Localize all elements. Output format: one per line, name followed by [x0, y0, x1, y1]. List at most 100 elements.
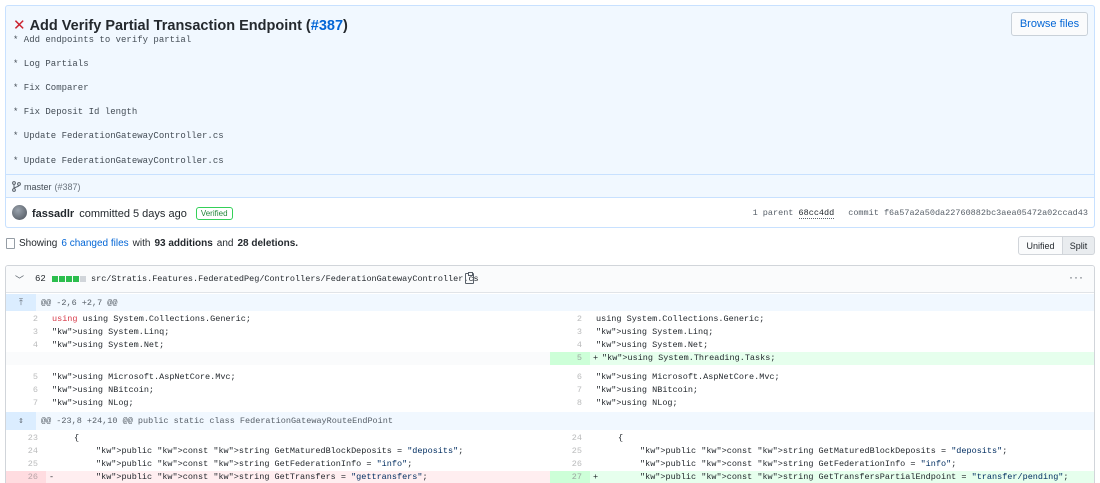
- line-number[interactable]: 24: [6, 446, 46, 456]
- branch-info: master (#387): [12, 181, 81, 192]
- line-number[interactable]: 5: [550, 352, 590, 365]
- branch-row: master (#387): [6, 174, 1094, 196]
- additions-count: 93 additions: [154, 238, 213, 249]
- diff-line: 6 "kw">using NBitcoin; 7 "kw">using NBit…: [6, 384, 1094, 397]
- diff-line: 3 "kw">using System.Linq; 3 "kw">using S…: [6, 326, 1094, 339]
- summary-and: and: [216, 238, 234, 249]
- diffstat: [52, 276, 86, 282]
- code-line: "kw">using System.Linq;: [596, 327, 714, 337]
- deleted-side: 26 - "kw">public "kw">const "kw">string …: [6, 471, 550, 483]
- code-line: "kw">using System.Net;: [52, 340, 165, 350]
- diff-line: 2 using using System.Collections.Generic…: [6, 313, 1094, 326]
- clipboard-icon[interactable]: [465, 272, 474, 284]
- line-number[interactable]: 8: [550, 398, 590, 408]
- browse-files-button[interactable]: Browse files: [1011, 12, 1088, 36]
- diffstat-block: [66, 276, 72, 282]
- hunk-header-text: @@ -2,6 +2,7 @@: [41, 298, 118, 308]
- expand-up-icon[interactable]: ⤒: [6, 294, 36, 311]
- line-number[interactable]: 27: [550, 471, 590, 483]
- line-number[interactable]: 6: [6, 385, 46, 395]
- diff-line-added: 5 + "kw">using System.Threading.Tasks;: [6, 352, 1094, 365]
- line-number[interactable]: 23: [6, 433, 46, 443]
- line-number[interactable]: 3: [6, 327, 46, 337]
- line-number[interactable]: 7: [6, 398, 46, 408]
- diff-line: 23 { 24 {: [6, 432, 1094, 445]
- commit-title-text: Add Verify Partial Transaction Endpoint …: [29, 18, 311, 34]
- line-number[interactable]: 25: [6, 459, 46, 469]
- code-line: {: [74, 433, 80, 443]
- file-header: ﹀ 62 src/Stratis.Features.FederatedPeg/C…: [6, 266, 1094, 293]
- line-number[interactable]: 2: [550, 314, 590, 324]
- hunk-header: ⇕ @@ -23,8 +24,10 @@ public static class…: [6, 412, 1094, 430]
- chevron-down-icon[interactable]: ﹀: [15, 273, 24, 286]
- diffstat-block: [52, 276, 58, 282]
- line-number[interactable]: 4: [6, 340, 46, 350]
- diff-summary: Showing 6 changed files with 93 addition…: [6, 238, 298, 249]
- commit-title-suffix: ): [343, 18, 348, 34]
- parent-label: 1 parent: [752, 208, 794, 218]
- author-line: fassadlr committed 5 days ago Verified: [32, 207, 233, 220]
- code-line: "kw">using System.Threading.Tasks;: [602, 353, 776, 363]
- branch-pr[interactable]: (#387): [55, 182, 81, 192]
- diff-line: 5 "kw">using Microsoft.AspNetCore.Mvc; 6…: [6, 371, 1094, 384]
- diff-line: 4 "kw">using System.Net; 4 "kw">using Sy…: [6, 339, 1094, 352]
- code-line: "kw">using NLog;: [596, 398, 678, 408]
- code-line: "kw">using NBitcoin;: [596, 385, 699, 395]
- line-number[interactable]: 2: [6, 314, 46, 324]
- commit-message-line: * Fix Deposit Id length: [13, 107, 138, 117]
- verified-badge[interactable]: Verified: [195, 207, 233, 220]
- file-change-count: 62: [35, 274, 46, 284]
- diff-line: 25 "kw">public "kw">const "kw">string Ge…: [6, 458, 1094, 471]
- code-line: "kw">public "kw">const "kw">string GetFe…: [96, 459, 413, 469]
- commit-title: ✕ Add Verify Partial Transaction Endpoint…: [13, 16, 348, 34]
- diff-line: 24 "kw">public "kw">const "kw">string Ge…: [6, 445, 1094, 458]
- diffstat-block: [73, 276, 79, 282]
- line-number[interactable]: 5: [6, 372, 46, 382]
- diff-line: 7 "kw">using NLog; 8 "kw">using NLog;: [6, 397, 1094, 410]
- commit-message-line: * Update FederationGatewayController.cs: [13, 131, 224, 141]
- more-options-icon[interactable]: ···: [1069, 270, 1084, 284]
- changed-files-link[interactable]: 6 changed files: [61, 238, 128, 249]
- commit-message-line: * Add endpoints to verify partial: [13, 35, 192, 45]
- code-line: "kw">using Microsoft.AspNetCore.Mvc;: [596, 372, 780, 382]
- line-number[interactable]: 24: [550, 433, 590, 443]
- commit-label: commit: [848, 208, 879, 218]
- deletions-count: 28 deletions.: [237, 238, 299, 249]
- file-path[interactable]: src/Stratis.Features.FederatedPeg/Contro…: [91, 274, 479, 284]
- code-line: "kw">using NLog;: [52, 398, 134, 408]
- code-line: "kw">using System.Net;: [596, 340, 709, 350]
- branch-name[interactable]: master: [24, 182, 52, 192]
- diffstat-block: [80, 276, 86, 282]
- committed-time: committed 5 days ago: [79, 207, 187, 220]
- diff-sign: -: [49, 472, 55, 482]
- line-number[interactable]: 26: [6, 471, 46, 483]
- commit-meta-row: fassadlr committed 5 days ago Verified 1…: [6, 197, 1094, 227]
- pr-link[interactable]: #387: [311, 18, 343, 34]
- diff-sign: +: [593, 472, 599, 482]
- commit-message-line: * Update FederationGatewayController.cs: [13, 156, 224, 166]
- code-line: using System.Collections.Generic;: [596, 314, 765, 324]
- added-side: 27 + "kw">public "kw">const "kw">string …: [550, 471, 1094, 483]
- split-view-button[interactable]: Split: [1063, 236, 1095, 255]
- parent-sha-link[interactable]: 68cc4dd: [798, 208, 835, 219]
- line-number[interactable]: 25: [550, 446, 590, 456]
- line-number[interactable]: 26: [550, 459, 590, 469]
- line-number[interactable]: 4: [550, 340, 590, 350]
- parent-info: 1 parent 68cc4dd commit f6a57a2a50da22760…: [752, 208, 1088, 219]
- commit-message-line: * Fix Comparer: [13, 83, 89, 93]
- diffstat-block: [59, 276, 65, 282]
- line-number[interactable]: 6: [550, 372, 590, 382]
- expand-icon[interactable]: ⇕: [6, 412, 36, 430]
- line-number[interactable]: 3: [550, 327, 590, 337]
- line-number[interactable]: 7: [550, 385, 590, 395]
- diff-view-toggle: Unified Split: [1018, 236, 1095, 255]
- diff-line-changed: 26 - "kw">public "kw">const "kw">string …: [6, 471, 1094, 483]
- hunk-header: ⤒ @@ -2,6 +2,7 @@: [6, 294, 1094, 311]
- code-line: "kw">public "kw">const "kw">string GetTr…: [640, 472, 1069, 482]
- author-name[interactable]: fassadlr: [32, 208, 74, 220]
- hunk-header-text: @@ -23,8 +24,10 @@ public static class F…: [41, 416, 393, 426]
- avatar[interactable]: [12, 205, 27, 220]
- code-line: "kw">public "kw">const "kw">string GetTr…: [96, 472, 428, 482]
- unified-view-button[interactable]: Unified: [1018, 236, 1063, 255]
- git-branch-icon: [12, 181, 21, 192]
